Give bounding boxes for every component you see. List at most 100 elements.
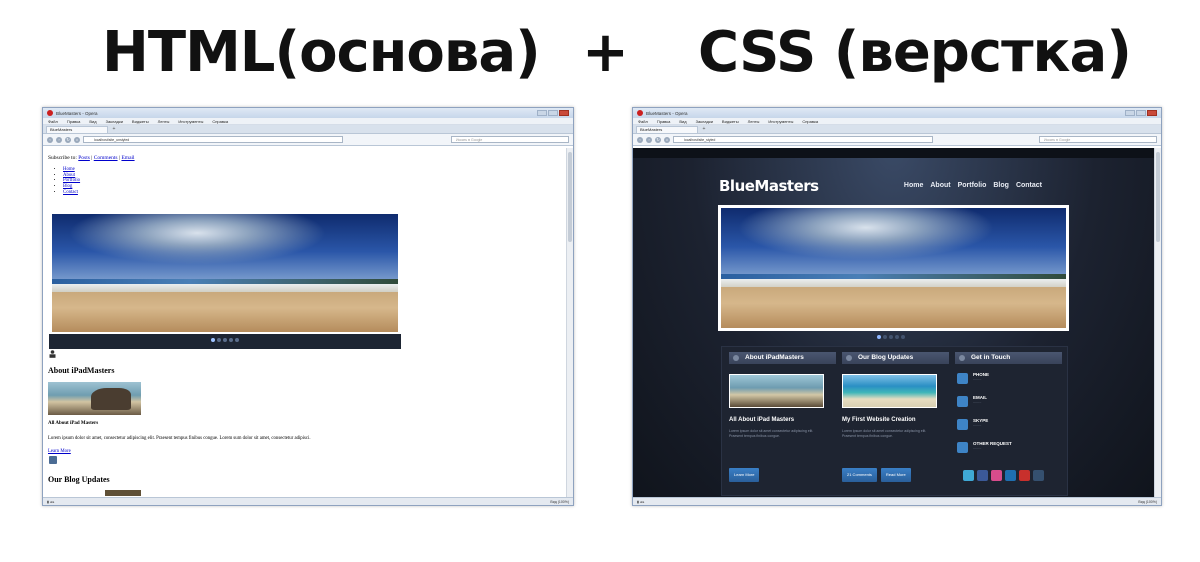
menu-item[interactable]: Правка	[657, 119, 671, 124]
contact-email[interactable]: EMAIL ········	[955, 395, 1062, 418]
maximize-icon[interactable]	[1136, 110, 1146, 116]
menu-item[interactable]: Закладки	[696, 119, 713, 124]
social-icons	[963, 470, 1044, 481]
menu-item[interactable]: Виджеты	[722, 119, 739, 124]
comments-button[interactable]: 21 Comments	[842, 468, 877, 482]
site-nav-portfolio[interactable]: Portfolio	[958, 182, 987, 189]
about-thumbnail	[48, 382, 141, 415]
close-icon[interactable]	[559, 110, 569, 116]
site-nav-about[interactable]: About	[930, 182, 950, 189]
slider-dot[interactable]	[217, 338, 221, 342]
twitter-icon[interactable]	[963, 470, 974, 481]
scrollbar-thumb[interactable]	[1156, 152, 1160, 242]
url-input[interactable]: localhost/site_unstyled	[83, 136, 343, 143]
blog-icon	[846, 355, 852, 361]
site-nav-blog[interactable]: Blog	[993, 182, 1009, 189]
slider-dot[interactable]	[235, 338, 239, 342]
url-input[interactable]: localhost/site_styled	[673, 136, 933, 143]
subscribe-comments-link[interactable]: Comments	[94, 155, 118, 161]
nav-link[interactable]: Contact	[63, 190, 78, 195]
scrollbar[interactable]	[566, 148, 573, 497]
search-input[interactable]: Искать в Google	[1039, 136, 1157, 143]
slider-dot[interactable]	[877, 335, 881, 339]
statusbar: ▮ ◂ ▸ Вид (100%)	[633, 497, 1161, 505]
scrollbar-thumb[interactable]	[568, 152, 572, 242]
search-input[interactable]: Искать в Google	[451, 136, 569, 143]
tab-bluemasters[interactable]: BlueMasters	[636, 126, 698, 133]
slider-image	[52, 214, 398, 332]
menu-item[interactable]: Закладки	[106, 119, 123, 124]
about-text: Lorem ipsum dolor sit amet, consectetur …	[48, 436, 311, 441]
status-icons: ▮ ◂ ▸	[637, 499, 645, 504]
contact-phone[interactable]: PHONE ········	[955, 372, 1062, 395]
menu-item[interactable]: Инструменты	[178, 119, 203, 124]
blog-updates-heading: Our Blog Updates	[48, 475, 110, 484]
slider-dot[interactable]	[229, 338, 233, 342]
tab-bluemasters[interactable]: BlueMasters	[46, 126, 108, 133]
slider-dot[interactable]	[883, 335, 887, 339]
nav-item-contact: Contact	[63, 190, 80, 196]
slider-dots	[211, 338, 239, 342]
forward-icon[interactable]: ›	[56, 136, 62, 143]
site-nav-home[interactable]: Home	[904, 182, 923, 189]
minimize-icon[interactable]	[537, 110, 547, 116]
back-icon[interactable]: ‹	[47, 136, 53, 143]
menu-item[interactable]: Ленты	[158, 119, 170, 124]
menu-item[interactable]: Файл	[48, 119, 58, 124]
site-logo[interactable]: BlueMasters	[719, 177, 819, 195]
contact-title: EMAIL	[973, 395, 987, 400]
nav-link[interactable]: About	[63, 173, 75, 178]
menu-item[interactable]: Правка	[67, 119, 81, 124]
menu-item[interactable]: Ленты	[748, 119, 760, 124]
linkedin-icon[interactable]	[1005, 470, 1016, 481]
nav-link[interactable]: Home	[63, 167, 75, 172]
contact-other[interactable]: OTHER REQUEST ········	[955, 441, 1062, 464]
forward-icon[interactable]: ›	[646, 136, 652, 143]
subscribe-posts-link[interactable]: Posts	[78, 155, 90, 161]
close-icon[interactable]	[1147, 110, 1157, 116]
slider-image	[721, 208, 1066, 328]
minimize-icon[interactable]	[1125, 110, 1135, 116]
facebook-icon[interactable]	[977, 470, 988, 481]
site-nav-contact[interactable]: Contact	[1016, 182, 1042, 189]
reload-icon[interactable]: ↻	[655, 136, 661, 143]
menu-item[interactable]: Справка	[212, 119, 228, 124]
home-icon[interactable]: ⌂	[74, 136, 80, 143]
zoom-level[interactable]: Вид (100%)	[1138, 500, 1157, 504]
new-tab-button[interactable]: +	[700, 127, 708, 133]
home-icon[interactable]: ⌂	[664, 136, 670, 143]
zoom-level[interactable]: Вид (100%)	[550, 500, 569, 504]
menu-item[interactable]: Вид	[679, 119, 686, 124]
learn-more-link[interactable]: Learn More	[48, 449, 71, 454]
heading-plus: +	[582, 20, 629, 85]
tabbar: BlueMasters +	[633, 125, 1161, 134]
slider-dot[interactable]	[895, 335, 899, 339]
subscribe-email-link[interactable]: Email	[121, 155, 134, 161]
menu-item[interactable]: Вид	[89, 119, 96, 124]
scrollbar[interactable]	[1154, 148, 1161, 497]
nav-link[interactable]: Blog	[63, 184, 72, 189]
slider-dot[interactable]	[901, 335, 905, 339]
slider-dot[interactable]	[889, 335, 893, 339]
menu-item[interactable]: Справка	[802, 119, 818, 124]
page-viewport: Subscribe to: Posts | Comments | Email H…	[43, 148, 566, 497]
slider-dot[interactable]	[223, 338, 227, 342]
read-more-button[interactable]: Read More	[880, 468, 911, 482]
reload-icon[interactable]: ↻	[65, 136, 71, 143]
top-strip	[633, 148, 1154, 158]
flickr-icon[interactable]	[991, 470, 1002, 481]
nav-link[interactable]: Portfolio	[63, 178, 80, 183]
menu-item[interactable]: Инструменты	[768, 119, 793, 124]
menu-item[interactable]: Виджеты	[132, 119, 149, 124]
contact-skype[interactable]: SKYPE ········	[955, 418, 1062, 441]
feed-icon	[49, 456, 57, 464]
new-tab-button[interactable]: +	[110, 127, 118, 133]
back-icon[interactable]: ‹	[637, 136, 643, 143]
youtube-icon[interactable]	[1019, 470, 1030, 481]
maximize-icon[interactable]	[548, 110, 558, 116]
tumblr-icon[interactable]	[1033, 470, 1044, 481]
phone-icon	[957, 373, 968, 384]
menu-item[interactable]: Файл	[638, 119, 648, 124]
slider-dot[interactable]	[211, 338, 215, 342]
learn-more-button[interactable]: Learn More	[729, 468, 760, 482]
